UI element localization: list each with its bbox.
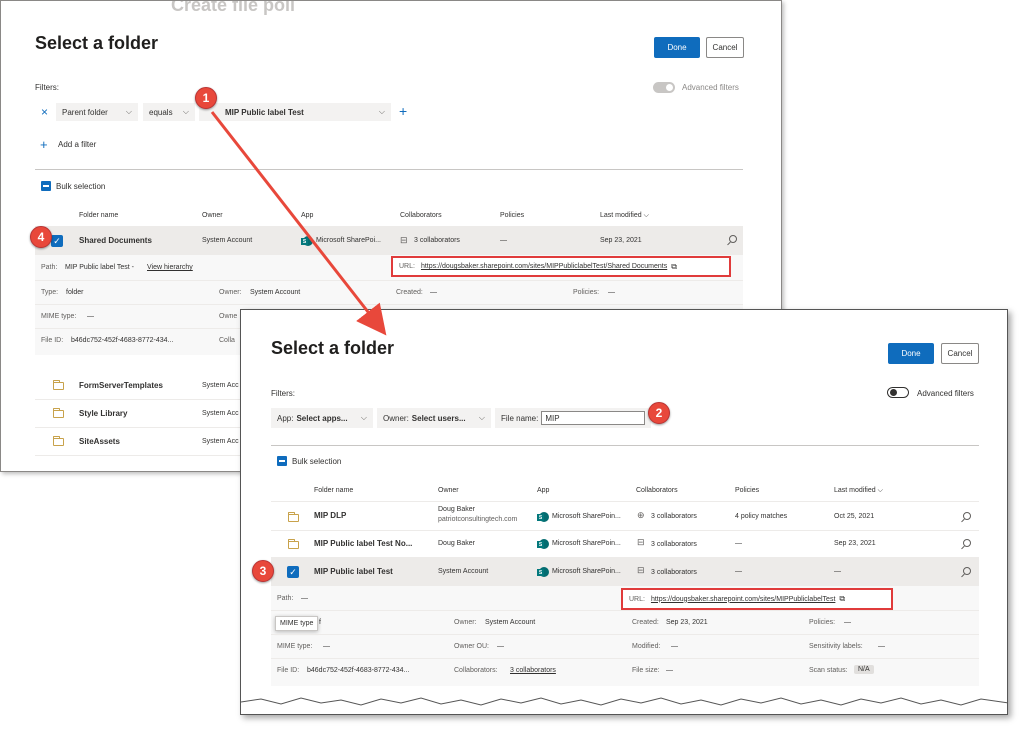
annotation-arrow	[210, 111, 387, 336]
callout-2: 2	[648, 402, 670, 424]
callout-3: 3	[252, 560, 274, 582]
callout-4: 4	[30, 226, 52, 248]
callout-1: 1	[195, 87, 217, 109]
arrow-line	[210, 111, 387, 336]
